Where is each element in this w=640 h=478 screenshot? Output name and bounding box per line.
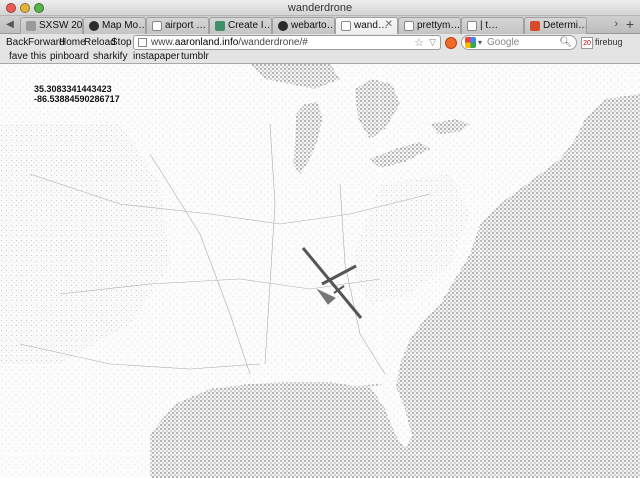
tab-label: | t… bbox=[480, 20, 499, 31]
window-title: wanderdrone bbox=[287, 2, 353, 14]
tab-bar: ◀ SXSW 20… Map Mo… airport … Create I… w… bbox=[0, 16, 640, 35]
bookmark-pinboard[interactable]: pinboard bbox=[50, 51, 89, 62]
google-icon[interactable] bbox=[465, 37, 476, 48]
page-icon bbox=[467, 21, 477, 31]
wolfram-icon bbox=[530, 21, 540, 31]
close-tab-icon[interactable]: ✕ bbox=[385, 19, 393, 30]
green-page-icon bbox=[215, 21, 225, 31]
tab-airport[interactable]: airport … bbox=[146, 17, 209, 34]
tab-label: SXSW 20… bbox=[39, 20, 83, 31]
home-button[interactable]: Home bbox=[59, 37, 86, 48]
bookmarks-toolbar: fave this pinboard sharkify instapaper t… bbox=[0, 51, 640, 64]
title-bar: wanderdrone bbox=[0, 0, 640, 16]
back-button[interactable]: Back bbox=[6, 37, 28, 48]
history-dropdown-icon[interactable]: ▽ bbox=[429, 37, 436, 48]
firebug-button[interactable]: firebug bbox=[595, 37, 623, 47]
tab-create[interactable]: Create I… bbox=[209, 17, 272, 34]
chevron-down-icon[interactable]: ▾ bbox=[478, 38, 482, 47]
address-bar[interactable]: www.aaronland.info/wanderdrone/# ☆ ▽ bbox=[133, 35, 441, 50]
tab-label: prettym… bbox=[417, 20, 461, 31]
tab-label: webarto… bbox=[291, 20, 335, 31]
bookmark-fave-this[interactable]: fave this bbox=[9, 51, 46, 62]
bookmark-sharkify[interactable]: sharkify bbox=[93, 51, 127, 62]
coordinates-readout: 35.3083341443423 -86.53884590286717 bbox=[34, 84, 120, 104]
latitude-label: 35.3083341443423 bbox=[34, 84, 112, 94]
dotted-map[interactable] bbox=[0, 64, 640, 478]
tab-label: Determi… bbox=[543, 20, 587, 31]
search-icon[interactable]: 🔍︎ bbox=[559, 37, 572, 48]
stop-button[interactable]: Stop bbox=[111, 37, 132, 48]
tab-overflow-icon[interactable]: › bbox=[614, 18, 618, 30]
noscript-icon[interactable] bbox=[445, 37, 457, 49]
tab-sxsw[interactable]: SXSW 20… bbox=[20, 17, 83, 34]
tab-label: airport … bbox=[165, 20, 207, 31]
search-input[interactable]: Google bbox=[487, 37, 519, 48]
tab-determi[interactable]: Determi… bbox=[524, 17, 587, 34]
github-icon bbox=[89, 21, 99, 31]
bookmark-star-icon[interactable]: ☆ bbox=[414, 36, 424, 49]
bookmark-tumblr[interactable]: tumblr bbox=[181, 51, 209, 62]
bookmark-instapaper[interactable]: instapaper bbox=[133, 51, 180, 62]
github-icon bbox=[278, 21, 288, 31]
longitude-label: -86.53884590286717 bbox=[34, 94, 120, 104]
calendar-icon[interactable]: 20 bbox=[581, 37, 593, 49]
page-icon bbox=[341, 21, 351, 31]
new-tab-button[interactable]: + bbox=[626, 16, 634, 32]
tab-label: wand… bbox=[354, 20, 388, 31]
tab-t[interactable]: | t… bbox=[461, 17, 524, 34]
page-icon bbox=[152, 21, 162, 31]
tab-prettym[interactable]: prettym… bbox=[398, 17, 461, 34]
page-icon bbox=[26, 21, 36, 31]
tab-label: Create I… bbox=[228, 20, 272, 31]
tab-scroll-left-icon[interactable]: ◀ bbox=[3, 18, 17, 32]
navigation-toolbar: Back Forward Home Reload Stop www.aaronl… bbox=[0, 34, 640, 51]
tab-label: Map Mo… bbox=[102, 20, 146, 31]
map-view[interactable]: 35.3083341443423 -86.53884590286717 bbox=[0, 64, 640, 478]
url-path: /wanderdrone/# bbox=[238, 37, 308, 48]
page-icon bbox=[404, 21, 414, 31]
url-domain: aaronland.info bbox=[174, 37, 239, 48]
url-text[interactable]: www.aaronland.info/wanderdrone/# bbox=[151, 37, 308, 48]
tab-wanderdrone[interactable]: wand… ✕ bbox=[335, 17, 398, 35]
search-box[interactable]: ▾ Google 🔍︎ bbox=[461, 35, 577, 50]
page-icon bbox=[138, 38, 147, 47]
url-prefix: www. bbox=[151, 37, 175, 48]
tab-map-mo[interactable]: Map Mo… bbox=[83, 17, 146, 34]
tab-webarto[interactable]: webarto… bbox=[272, 17, 335, 34]
